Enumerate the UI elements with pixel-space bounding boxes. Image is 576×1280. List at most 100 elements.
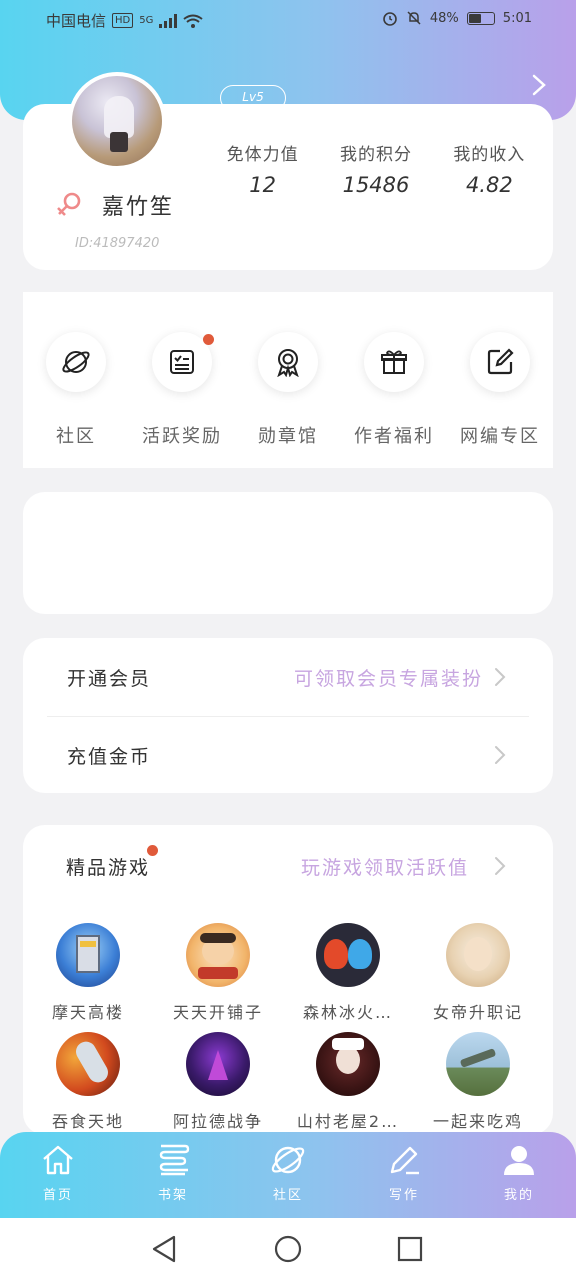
edit-icon (487, 348, 514, 375)
checklist-icon (170, 350, 194, 374)
game-icon (56, 1032, 120, 1096)
nav-label: 首页 (42, 1188, 73, 1203)
game-item[interactable]: 阿拉德战争 (155, 1032, 281, 1132)
member-card: 开通会员 可领取会员专属装扮 充值金币 (23, 638, 553, 793)
avatar[interactable] (68, 72, 166, 170)
game-name: 女帝升职记 (432, 1003, 523, 1022)
banner-card[interactable] (23, 492, 553, 614)
clock: 5:01 (502, 10, 532, 26)
bottom-nav: 首页 书架 社区 写作 我的 (0, 1132, 576, 1218)
nav-community[interactable]: 社区 (248, 1142, 328, 1203)
game-name: 一起来吃鸡 (432, 1112, 523, 1131)
vip-subtitle: 可领取会员专属装扮 (293, 668, 483, 690)
game-name: 森林冰火… (302, 1003, 393, 1022)
planet-icon (271, 1146, 305, 1174)
stat-label: 我的积分 (339, 145, 412, 165)
network-label: 5G (139, 15, 154, 26)
user-id: ID:41897420 (75, 236, 160, 251)
game-icon (56, 923, 120, 987)
game-name: 山村老屋2… (296, 1112, 400, 1131)
nav-label: 社区 (272, 1188, 303, 1203)
game-item[interactable]: 山村老屋2… (285, 1032, 411, 1132)
nav-home[interactable]: 首页 (18, 1142, 98, 1203)
game-name: 摩天高楼 (51, 1003, 124, 1022)
bookshelf-icon (159, 1144, 190, 1176)
game-name: 天天开铺子 (172, 1003, 263, 1022)
chevron-right-icon[interactable] (493, 855, 507, 877)
home-circle-icon[interactable] (271, 1232, 305, 1266)
stat-income[interactable]: 我的收入 4.82 (433, 140, 546, 197)
quick-item-editor-zone[interactable]: 网编专区 (447, 332, 553, 448)
chevron-right-icon (495, 668, 506, 686)
game-item[interactable]: 天天开铺子 (155, 923, 281, 1023)
pen-icon (390, 1146, 419, 1175)
hd-badge: HD (112, 13, 134, 28)
game-icon (316, 1032, 380, 1096)
quick-item-active-rewards[interactable]: 活跃奖励 (129, 332, 235, 448)
game-name: 阿拉德战争 (172, 1112, 263, 1131)
stat-value: 12 (249, 173, 277, 197)
game-item[interactable]: 一起来吃鸡 (415, 1032, 541, 1132)
nav-write[interactable]: 写作 (364, 1142, 444, 1203)
stat-label: 我的收入 (453, 145, 526, 165)
game-item[interactable]: 吞食天地 (25, 1032, 151, 1132)
recharge-title: 充值金币 (67, 746, 152, 768)
quick-item-author-benefits[interactable]: 作者福利 (341, 332, 447, 448)
quick-item-community[interactable]: 社区 (23, 332, 129, 448)
alarm-icon (383, 12, 397, 26)
back-icon[interactable] (148, 1232, 182, 1266)
system-nav-bar (0, 1218, 576, 1280)
stat-value: 15486 (342, 173, 410, 197)
female-icon (57, 192, 81, 216)
planet-icon (62, 351, 90, 373)
quick-menu: 社区 活跃奖励 勋章馆 作者福利 网编专区 (23, 292, 553, 468)
status-bar: 中国电信 HD 5G 48% 5:01 (0, 0, 576, 40)
notification-dot (203, 334, 214, 345)
chevron-right-icon[interactable] (528, 72, 550, 98)
game-icon (186, 1032, 250, 1096)
stats-row: 免体力值 12 我的积分 15486 我的收入 4.82 (206, 140, 546, 197)
nav-mine[interactable]: 我的 (479, 1142, 559, 1203)
game-icon (446, 1032, 510, 1096)
quick-item-label: 作者福利 (354, 426, 434, 447)
nav-label: 写作 (388, 1188, 419, 1203)
game-name: 吞食天地 (51, 1112, 124, 1131)
game-icon (446, 923, 510, 987)
games-subtitle[interactable]: 玩游戏领取活跃值 (301, 853, 469, 880)
game-icon (316, 923, 380, 987)
stat-label: 免体力值 (226, 145, 299, 165)
nav-label: 我的 (503, 1188, 534, 1203)
quick-item-label: 活跃奖励 (142, 426, 222, 447)
carrier-label: 中国电信 (46, 12, 107, 30)
stat-value: 4.82 (465, 173, 513, 197)
battery-icon (466, 11, 495, 25)
game-item[interactable]: 女帝升职记 (415, 923, 541, 1023)
notification-dot (147, 845, 158, 856)
medal-icon (277, 349, 299, 377)
vip-row[interactable]: 开通会员 可领取会员专属装扮 (23, 638, 553, 717)
quick-item-label: 网编专区 (460, 426, 540, 447)
vip-title: 开通会员 (67, 668, 152, 690)
home-icon (43, 1145, 73, 1175)
nav-label: 书架 (157, 1188, 188, 1203)
stat-points[interactable]: 我的积分 15486 (319, 140, 432, 197)
mute-icon (407, 11, 421, 25)
games-title: 精品游戏 (66, 857, 151, 879)
level-badge: Lv5 (220, 85, 286, 111)
game-item[interactable]: 摩天高楼 (25, 923, 151, 1023)
recharge-row[interactable]: 充值金币 (23, 716, 553, 794)
game-item[interactable]: 森林冰火… (285, 923, 411, 1023)
profile-icon (504, 1146, 534, 1175)
nav-bookshelf[interactable]: 书架 (133, 1142, 213, 1203)
game-icon (186, 923, 250, 987)
stat-stamina[interactable]: 免体力值 12 (206, 140, 319, 197)
quick-item-label: 勋章馆 (258, 426, 318, 447)
quick-item-medals[interactable]: 勋章馆 (235, 332, 341, 448)
recents-icon[interactable] (393, 1232, 427, 1266)
chevron-right-icon (495, 746, 506, 764)
wifi-icon (183, 14, 203, 28)
signal-icon (159, 13, 178, 28)
username: 嘉竹笙 (102, 195, 175, 220)
battery-percent: 48% (429, 10, 459, 26)
gift-icon (381, 350, 407, 374)
